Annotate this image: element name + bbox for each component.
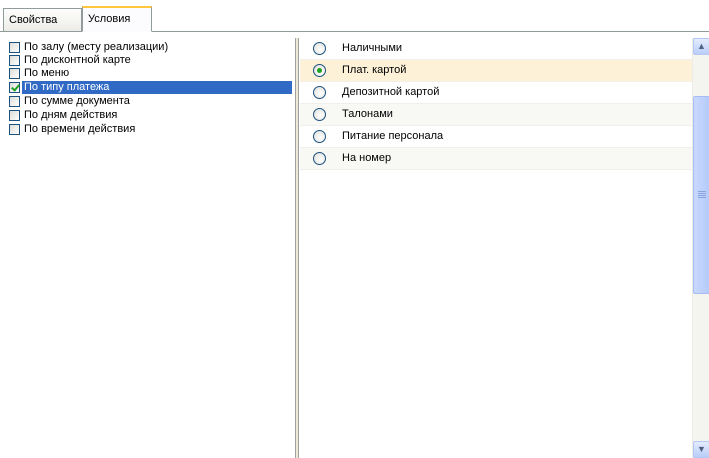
chevron-down-icon[interactable]: ▼: [693, 441, 709, 458]
radio-icon[interactable]: [313, 130, 326, 143]
grip-icon: [698, 191, 706, 199]
condition-item-days[interactable]: По дням действия: [7, 109, 294, 122]
checkbox-icon[interactable]: [9, 124, 20, 135]
conditions-panel: По залу (месту реализации) По дисконтной…: [7, 38, 709, 458]
payment-option-label: Талонами: [342, 108, 393, 120]
condition-item-time[interactable]: По времени действия: [7, 123, 294, 136]
payment-option-payment-card[interactable]: Плат. картой: [300, 60, 692, 82]
condition-label: По сумме документа: [24, 95, 130, 107]
condition-label: По дням действия: [24, 109, 118, 121]
payment-option-coupons[interactable]: Талонами: [300, 104, 692, 126]
radio-icon[interactable]: [313, 108, 326, 121]
checkbox-icon[interactable]: [9, 110, 20, 121]
payment-option-label: На номер: [342, 152, 392, 164]
vertical-scrollbar[interactable]: ▲ ▼: [692, 38, 709, 458]
payment-option-room[interactable]: На номер: [300, 148, 692, 170]
condition-item-payment-type[interactable]: По типу платежа: [7, 81, 294, 94]
condition-label: По дисконтной карте: [24, 54, 131, 66]
condition-item-menu[interactable]: По меню: [7, 67, 294, 80]
radio-icon[interactable]: [313, 42, 326, 55]
condition-item-document-sum[interactable]: По сумме документа: [7, 95, 294, 108]
radio-icon[interactable]: [313, 152, 326, 165]
payment-option-label: Плат. картой: [342, 64, 407, 76]
checkbox-icon[interactable]: [9, 68, 20, 79]
scrollbar-thumb[interactable]: [693, 96, 709, 294]
payment-types-list: Наличными Плат. картой Депозитной картой…: [300, 38, 709, 458]
tab-properties[interactable]: Свойства: [3, 8, 82, 32]
payment-option-label: Питание персонала: [342, 130, 444, 142]
radio-selected-icon[interactable]: [313, 64, 326, 77]
checkbox-icon[interactable]: [9, 96, 20, 107]
tab-strip: Свойства Условия: [0, 0, 709, 32]
pane-splitter[interactable]: [295, 38, 299, 458]
checkbox-icon[interactable]: [9, 55, 20, 66]
condition-label: По типу платежа: [22, 81, 292, 94]
condition-label: По меню: [24, 67, 70, 79]
radio-icon[interactable]: [313, 86, 326, 99]
checkbox-checked-icon[interactable]: [9, 82, 20, 93]
condition-label: По времени действия: [24, 123, 136, 135]
checkbox-icon[interactable]: [9, 42, 20, 53]
condition-item-hall[interactable]: По залу (месту реализации): [7, 41, 294, 54]
payment-option-label: Наличными: [342, 42, 403, 54]
payment-option-deposit-card[interactable]: Депозитной картой: [300, 82, 692, 104]
condition-item-discount-card[interactable]: По дисконтной карте: [7, 54, 294, 67]
condition-label: По залу (месту реализации): [24, 41, 169, 53]
chevron-up-icon[interactable]: ▲: [693, 38, 709, 55]
payment-option-staff-meals[interactable]: Питание персонала: [300, 126, 692, 148]
tab-conditions[interactable]: Условия: [82, 6, 152, 32]
payment-option-label: Депозитной картой: [342, 86, 440, 98]
payment-option-cash[interactable]: Наличными: [300, 38, 692, 60]
conditions-list: По залу (месту реализации) По дисконтной…: [7, 38, 294, 458]
